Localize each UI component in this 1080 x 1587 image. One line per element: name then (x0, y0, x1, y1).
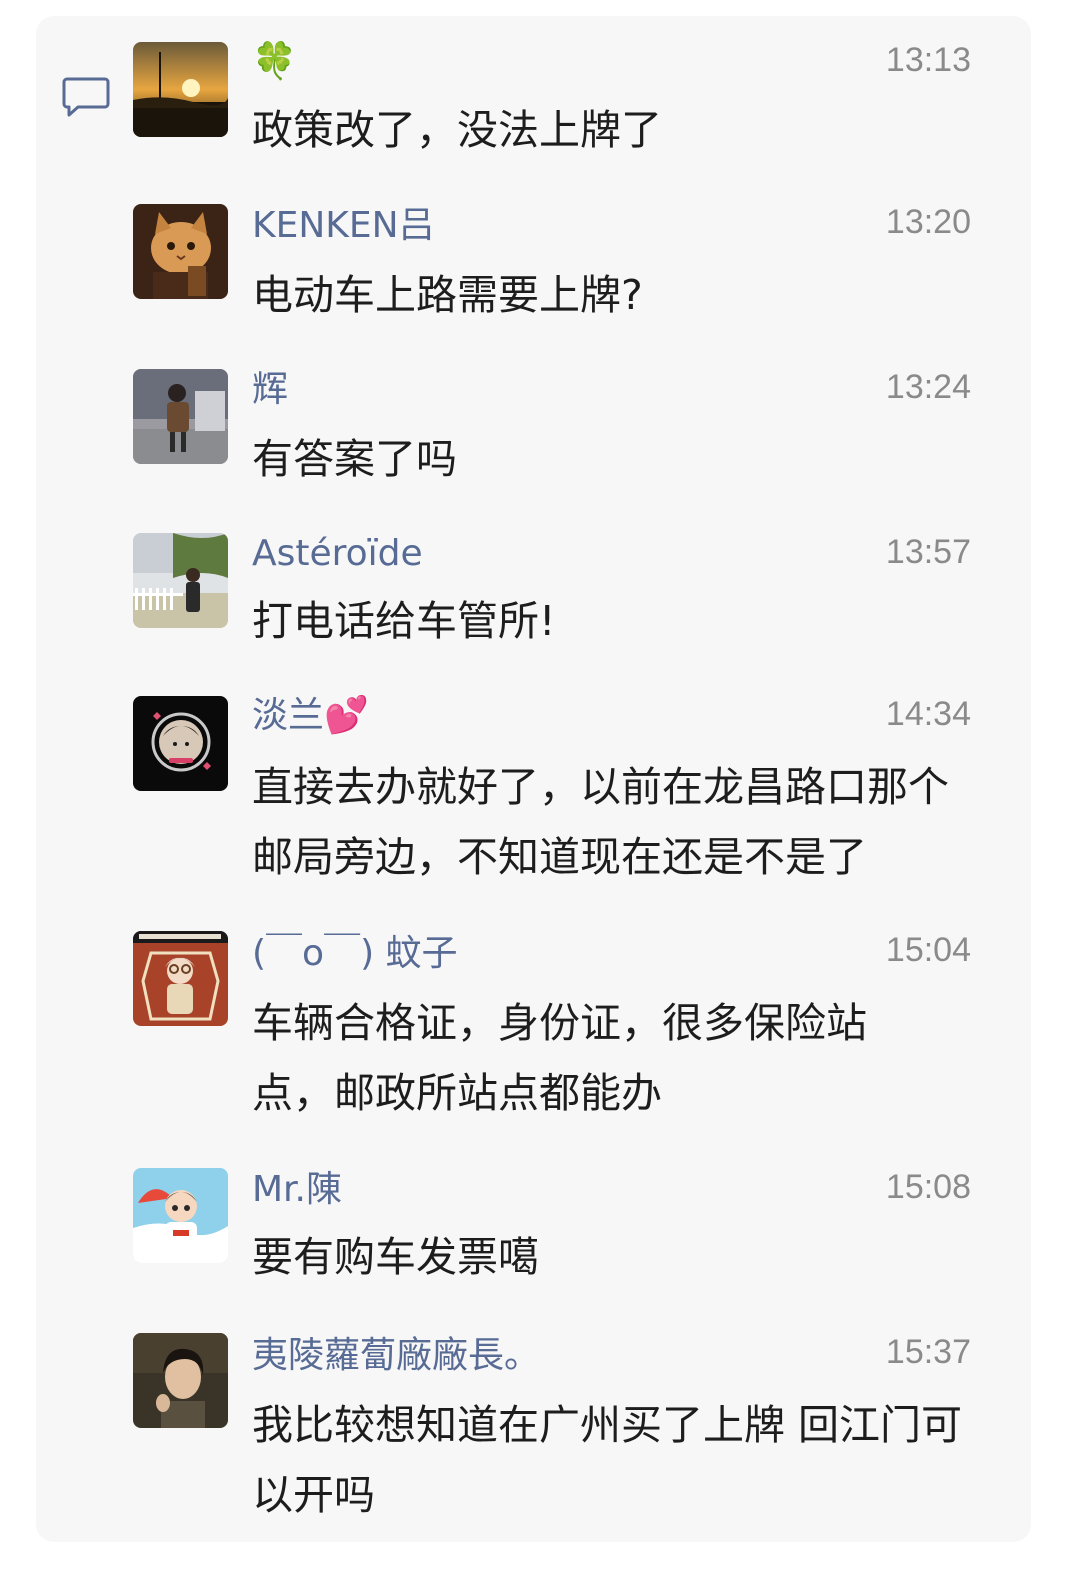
comment-text: 打电话给车管所! (252, 597, 556, 645)
avatar[interactable] (133, 533, 228, 628)
commenter-name[interactable]: (￣o￣) 蚊子 (252, 932, 458, 976)
commenter-name[interactable]: 淡兰💕 (252, 694, 369, 738)
commenter-name[interactable]: Astéroïde (252, 532, 423, 576)
comment-time: 13:20 (885, 203, 971, 241)
commenter-name[interactable]: Mr.陳 (252, 1168, 342, 1212)
avatar[interactable] (133, 204, 228, 299)
comment-time: 15:04 (885, 931, 971, 969)
comment-text: 车辆合格证，身份证，很多保险站点，邮政所站点都能办 (252, 999, 867, 1117)
comment-text: 要有购车发票噶 (252, 1233, 539, 1281)
comment-text: 我比较想知道在广州买了上牌 回江门可以开吗 (252, 1401, 963, 1519)
comment-time: 13:24 (885, 368, 971, 406)
comment-time: 13:57 (885, 533, 971, 571)
commenter-name[interactable]: 夷陵蘿蔔廠廠長。 (252, 1334, 540, 1378)
comment-time: 15:37 (885, 1333, 971, 1371)
avatar[interactable] (133, 1333, 228, 1428)
avatar[interactable] (133, 696, 228, 791)
avatar[interactable] (133, 369, 228, 464)
comment-time: 15:08 (885, 1168, 971, 1206)
commenter-name[interactable]: 🍀 (252, 40, 297, 84)
comment-text: 电动车上路需要上牌? (252, 271, 643, 319)
commenter-name[interactable]: KENKEN吕 (252, 204, 435, 248)
avatar[interactable] (133, 42, 228, 137)
avatar[interactable] (133, 1168, 228, 1263)
comment-text: 有答案了吗 (252, 435, 457, 483)
comment-text: 政策改了，没法上牌了 (252, 106, 662, 154)
avatar[interactable] (133, 931, 228, 1026)
comment-text: 直接去办就好了，以前在龙昌路口那个邮局旁边，不知道现在还是不是了 (252, 763, 949, 881)
comment-time: 13:13 (885, 41, 971, 79)
comment-time: 14:34 (885, 695, 971, 733)
commenter-name[interactable]: 辉 (252, 368, 288, 412)
